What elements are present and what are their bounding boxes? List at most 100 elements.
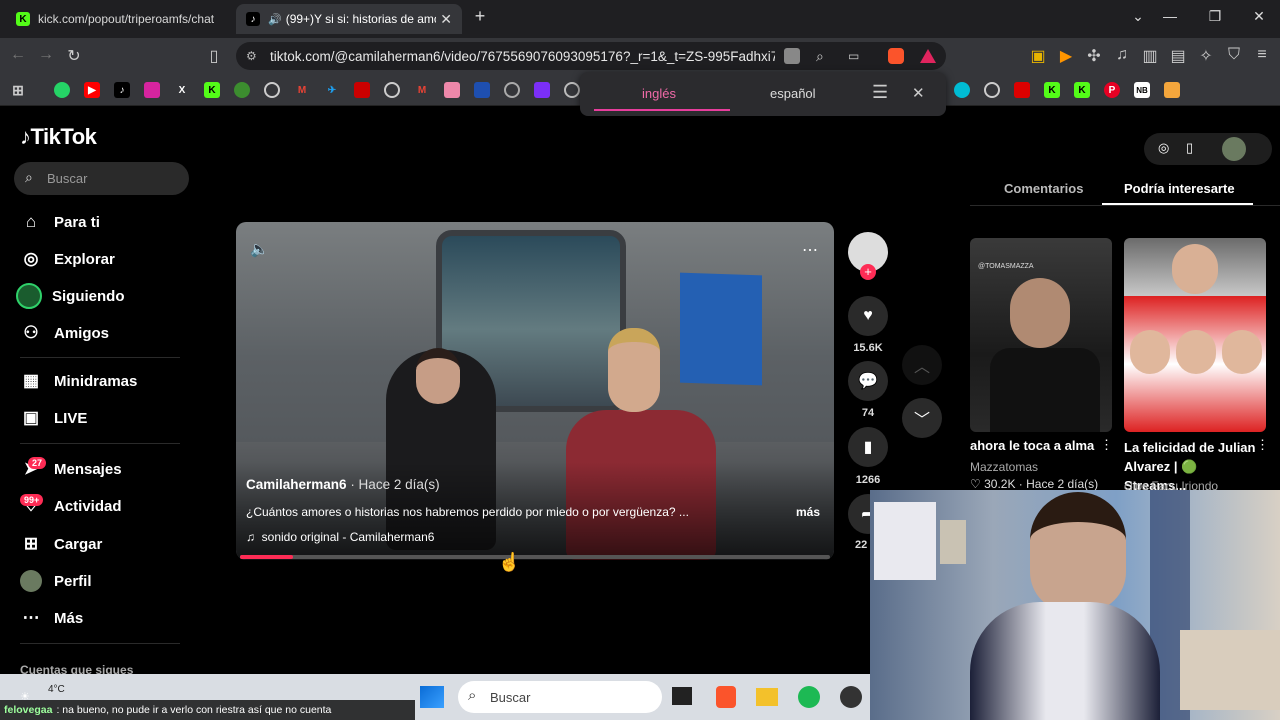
tab-podria-interesarte[interactable]: Podría interesarte xyxy=(1124,181,1235,196)
caption-more-button[interactable]: más xyxy=(796,505,820,519)
wallet-icon[interactable]: ▤ xyxy=(1168,46,1188,66)
bookmark-pink-icon[interactable] xyxy=(444,82,460,98)
video-progress-bar[interactable] xyxy=(240,555,830,559)
weather-temp[interactable]: 4°C xyxy=(48,684,65,695)
nav-item-minidramas[interactable]: ▦ Minidramas xyxy=(20,368,137,394)
next-video-chevron-down-icon[interactable]: ﹀ xyxy=(902,398,942,438)
windows-start-icon[interactable] xyxy=(420,686,444,708)
github-bookmark-icon[interactable] xyxy=(384,82,400,98)
forward-icon[interactable]: → xyxy=(36,46,56,64)
bookmark-green-icon[interactable] xyxy=(234,82,250,98)
volume-icon[interactable]: 🔈 xyxy=(250,240,269,258)
nav-item-explorar[interactable]: ◎ Explorar xyxy=(20,246,115,272)
leo-ai-icon[interactable]: ✧ xyxy=(1196,46,1216,66)
spotify-icon[interactable] xyxy=(798,686,820,708)
sidebar-toggle-icon[interactable]: ▥ xyxy=(1140,46,1160,66)
bookmark-red2-icon[interactable] xyxy=(1014,82,1030,98)
media-controls-icon[interactable]: ♫ xyxy=(1112,46,1132,64)
source-language-tab[interactable]: inglés xyxy=(642,86,676,101)
target-language-tab[interactable]: español xyxy=(770,86,816,101)
bookmark-blue-icon[interactable]: ✈ xyxy=(324,82,340,98)
translate-close-icon[interactable]: ✕ xyxy=(912,84,925,102)
extension-play-icon[interactable]: ▶ xyxy=(1056,46,1076,66)
kick-bookmark-icon[interactable]: K xyxy=(204,82,220,98)
nav-item-para-ti[interactable]: ⌂ Para ti xyxy=(20,209,100,235)
recommended-video-title[interactable]: ahora le toca a alma xyxy=(970,438,1106,453)
reload-icon[interactable]: ↻ xyxy=(64,46,84,66)
chatgpt-bookmark-icon[interactable] xyxy=(564,82,580,98)
bookmark-purple-icon[interactable] xyxy=(534,82,550,98)
tab-tiktok[interactable]: ♪ 🔊 (99+)Y si si: historias de amor ✕ xyxy=(236,4,462,34)
tab-list-chevron-icon[interactable]: ⌄ xyxy=(1128,8,1148,25)
bookmark-gray-icon[interactable] xyxy=(504,82,520,98)
tab-kick-chat[interactable]: K kick.com/popout/triperoamfs/chat xyxy=(6,4,231,34)
bookmark-icon[interactable]: ▯ xyxy=(204,46,224,66)
nav-item-amigos[interactable]: ⚇ Amigos xyxy=(20,320,109,346)
card-options-icon[interactable]: ⋮ xyxy=(1100,437,1113,453)
new-tab-button[interactable]: + xyxy=(470,6,490,27)
close-window-button[interactable]: ✕ xyxy=(1249,8,1269,25)
obs-icon[interactable] xyxy=(840,686,862,708)
close-tab-icon[interactable]: ✕ xyxy=(440,11,452,28)
video-author-line[interactable]: Camilaherman6 · Hace 2 día(s) xyxy=(246,477,440,492)
menu-icon[interactable]: ≡ xyxy=(1252,46,1272,64)
globe-bookmark-icon[interactable] xyxy=(984,82,1000,98)
address-bar[interactable]: ⚙ tiktok.com/@camilaherman6/video/767556… xyxy=(236,42,946,70)
tab-comentarios[interactable]: Comentarios xyxy=(1004,181,1083,196)
brave-rewards-icon[interactable] xyxy=(920,49,936,63)
back-icon[interactable]: ← xyxy=(8,46,28,64)
video-sound[interactable]: ♫ sonido original - Camilaherman6 xyxy=(246,530,434,544)
minimize-button[interactable]: — xyxy=(1160,8,1180,24)
comment-button[interactable]: 💬 xyxy=(848,361,888,401)
nav-item-live[interactable]: ▣ LIVE xyxy=(20,405,87,431)
whatsapp-bookmark-icon[interactable] xyxy=(54,82,70,98)
video-author[interactable]: Camilaherman6 xyxy=(246,477,347,492)
kick2-bookmark-icon[interactable]: K xyxy=(1044,82,1060,98)
bookmark-red-icon[interactable] xyxy=(354,82,370,98)
recommended-video-author[interactable]: Mazzatomas xyxy=(970,460,1038,474)
nav-item-mas[interactable]: ⋯ Más xyxy=(20,605,84,631)
gmail-bookmark-icon[interactable]: M xyxy=(294,82,310,98)
instagram-bookmark-icon[interactable] xyxy=(144,82,160,98)
file-explorer-icon[interactable] xyxy=(756,688,778,706)
tiktok-bookmark-icon[interactable]: ♪ xyxy=(114,82,130,98)
x-bookmark-icon[interactable]: X xyxy=(174,82,190,98)
pinterest-bookmark-icon[interactable]: P xyxy=(1104,82,1120,98)
previous-video-chevron-up-icon[interactable]: ︿ xyxy=(902,345,942,385)
nav-item-cargar[interactable]: ⊞ Cargar xyxy=(20,531,102,557)
compass-app-icon[interactable]: ◎ xyxy=(1158,140,1169,156)
maximize-button[interactable]: ❐ xyxy=(1205,8,1225,25)
recommended-video-thumbnail[interactable] xyxy=(1124,238,1266,432)
user-avatar[interactable] xyxy=(1222,137,1246,161)
apps-grid-icon[interactable]: ⊞ xyxy=(10,82,26,98)
gmail2-bookmark-icon[interactable]: M xyxy=(414,82,430,98)
search-input[interactable]: ⌕ Buscar xyxy=(14,162,189,195)
zoom-icon[interactable]: ⌕ xyxy=(816,48,824,65)
brave-shields-icon[interactable] xyxy=(888,48,904,64)
brave-taskbar-icon[interactable] xyxy=(716,686,736,708)
card-options-icon[interactable]: ⋮ xyxy=(1256,437,1269,453)
like-button[interactable]: ♥ xyxy=(848,296,888,336)
translate-menu-icon[interactable]: ☰ xyxy=(872,82,888,103)
recommended-video-thumbnail[interactable]: @TOMASMAZZA xyxy=(970,238,1112,432)
taskbar-search[interactable]: ⌕ Buscar xyxy=(458,681,662,713)
save-button[interactable]: ▮ xyxy=(848,427,888,467)
tiktok-logo[interactable]: ♪TikTok xyxy=(20,124,97,150)
site-info-icon[interactable]: ⚙ xyxy=(246,49,257,63)
task-view-icon[interactable] xyxy=(672,687,692,705)
nav-item-siguiendo[interactable]: Siguiendo xyxy=(16,283,125,309)
bookmark-circle-icon[interactable] xyxy=(264,82,280,98)
youtube-bookmark-icon[interactable]: ▶ xyxy=(84,82,100,98)
bookmark-cyan-icon[interactable] xyxy=(954,82,970,98)
device-icon[interactable]: ▯ xyxy=(1186,140,1193,156)
video-options-icon[interactable]: ⋯ xyxy=(802,240,818,260)
nav-item-perfil[interactable]: Perfil xyxy=(20,568,92,594)
vpn-icon[interactable]: ⛉ xyxy=(1224,46,1244,64)
cast-icon[interactable]: ▭ xyxy=(848,49,859,63)
extension-wallet-icon[interactable]: ▣ xyxy=(1028,46,1048,66)
bookmark-nb-icon[interactable]: NB xyxy=(1134,82,1150,98)
follow-plus-icon[interactable]: + xyxy=(860,264,876,280)
extensions-puzzle-icon[interactable]: ✣ xyxy=(1084,46,1104,66)
translate-icon[interactable] xyxy=(784,48,800,64)
bookmark-orange-icon[interactable] xyxy=(1164,82,1180,98)
